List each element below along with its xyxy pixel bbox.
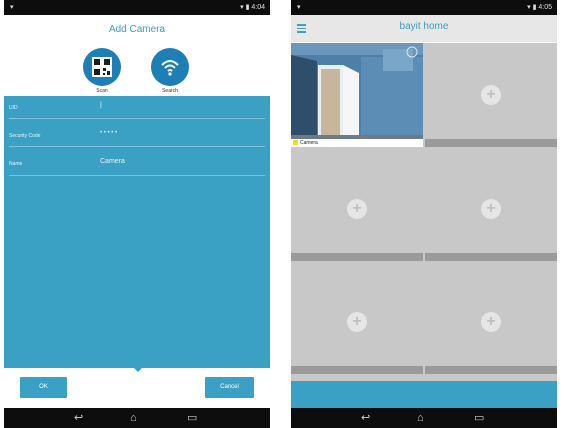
status-bar: ▾ ▾ ▮ 4:05 [291,0,557,15]
empty-camera-slot[interactable]: + [425,43,557,147]
home-icon[interactable]: ⌂ [417,411,424,425]
status-left: ▾ [297,4,301,11]
add-camera-screen: ▾ ▾ ▮ 4:04 Add Camera Scan Search UID | … [4,0,270,428]
empty-camera-slot[interactable]: + [291,157,423,261]
status-right: ▾ ▮ 4:04 [240,4,265,11]
uid-input[interactable]: | [100,102,102,109]
add-icon: + [481,199,501,219]
camera-grid-screen: ▾ ▾ ▮ 4:05 bayit home Camera + + + + + ↩… [291,0,557,428]
security-code-label: Security Code [9,133,41,139]
form-pointer [132,366,144,372]
nav-bar: ↩ ⌂ ▭ [291,408,557,428]
divider [9,175,265,176]
app-logo: bayit home [399,21,449,32]
back-icon[interactable]: ↩ [74,411,83,425]
name-input[interactable]: Camera [100,158,125,165]
add-icon: + [347,199,367,219]
status-dot [293,140,298,146]
empty-camera-slot[interactable]: + [425,270,557,374]
tile-footer [291,253,423,261]
app-bar: bayit home [291,15,557,42]
empty-camera-slot[interactable]: + [291,270,423,374]
scan-button[interactable] [83,48,121,86]
tile-footer [425,253,557,261]
status-bar: ▾ ▾ ▮ 4:04 [4,0,270,15]
cancel-button[interactable]: Cancel [205,377,254,398]
tile-footer [425,366,557,374]
uid-label: UID [9,105,18,111]
scan-label: Scan [96,88,108,94]
search-label: Search [162,88,178,94]
empty-camera-slot[interactable]: + [425,157,557,261]
name-label: Name [9,161,23,167]
home-icon[interactable]: ⌂ [130,411,137,425]
camera-tile[interactable]: Camera [291,43,423,147]
back-icon[interactable]: ↩ [361,411,370,425]
divider [9,118,265,119]
add-icon: + [481,85,501,105]
security-code-input[interactable]: • • • • • [100,130,117,136]
bottom-band [291,381,557,408]
page-title: Add Camera [108,24,166,35]
camera-name: Camera [300,140,318,146]
ok-button[interactable]: OK [20,377,67,398]
add-icon: + [347,312,367,332]
divider [9,146,265,147]
wifi-icon [161,60,179,76]
tile-footer [425,139,557,147]
qr-code-icon [92,57,112,77]
nav-bar: ↩ ⌂ ▭ [4,408,270,428]
recents-icon[interactable]: ▭ [474,411,484,425]
camera-form: UID | Security Code • • • • • Name Camer… [4,96,270,368]
add-icon: + [481,312,501,332]
camera-grid: Camera + + + + + [291,43,557,381]
status-left: ▾ [10,4,14,11]
search-button[interactable] [151,48,189,86]
status-right: ▾ ▮ 4:05 [527,4,552,11]
camera-caption: Camera [291,139,423,147]
tile-footer [291,366,423,374]
camera-snapshot [291,43,423,147]
recents-icon[interactable]: ▭ [187,411,197,425]
